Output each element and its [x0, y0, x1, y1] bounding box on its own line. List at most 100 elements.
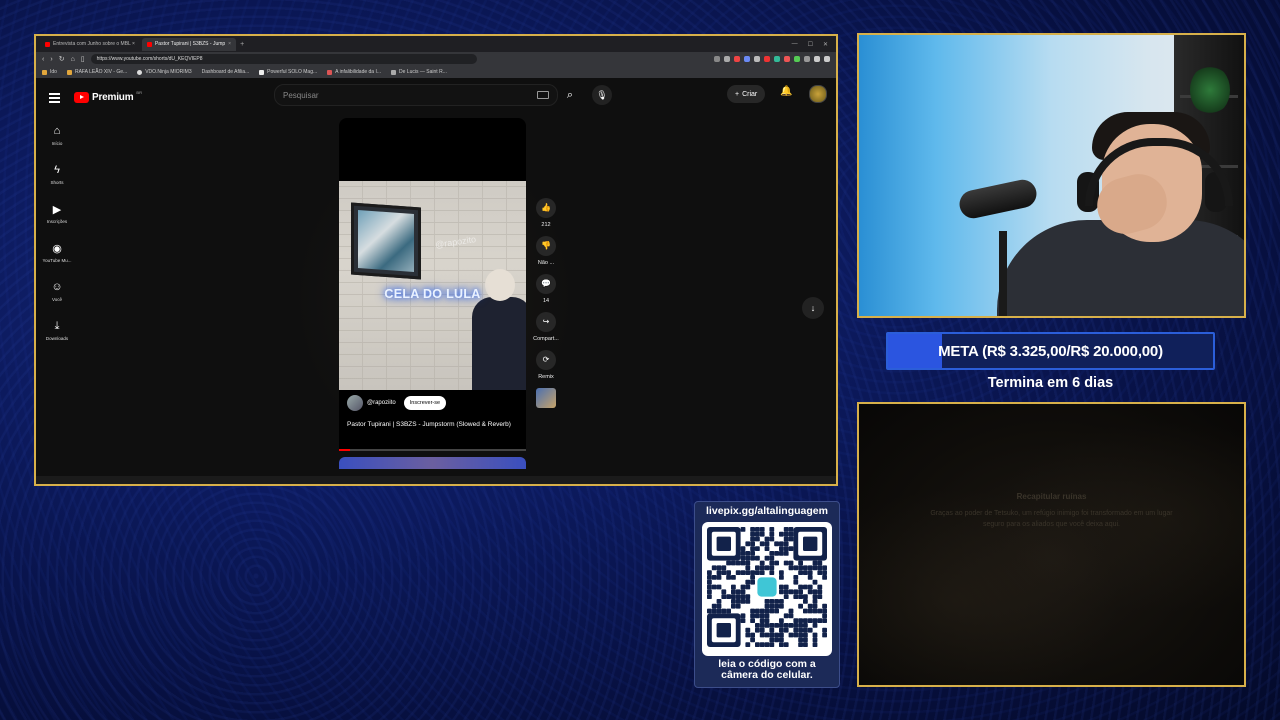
extension-icon[interactable]	[744, 56, 750, 62]
hoodie	[997, 220, 1244, 316]
notifications-icon[interactable]: 🔔	[780, 86, 792, 97]
goal-text: META (R$ 3.325,00/R$ 20.000,00)	[938, 342, 1163, 360]
close-tab-icon[interactable]: ×	[228, 41, 231, 47]
short-actions: 👍 212 👎 Não ... 💬 14 ↪ Compart... ⟳ Remi…	[531, 198, 561, 408]
search-input[interactable]: Pesquisar	[275, 91, 537, 100]
streamer	[977, 110, 1244, 316]
sidebar-item-downloads[interactable]: ⤓ Downloads	[38, 320, 76, 341]
tab-label: Pastor Tupirani | S3BZS - Jump	[154, 41, 226, 47]
avatar[interactable]	[809, 85, 827, 103]
mic-stand	[999, 231, 1007, 316]
tab-bar: Entrevista com Junho sobre o MBL × Pasto…	[36, 36, 836, 52]
bookmark-item[interactable]: VDO.Ninja MIORIM3	[137, 69, 192, 75]
video-progress-bar[interactable]	[339, 449, 526, 451]
extension-icon[interactable]	[714, 56, 720, 62]
forward-icon[interactable]: ›	[50, 56, 52, 63]
create-label: Criar	[742, 90, 758, 98]
tab-pastor-tupirani[interactable]: Pastor Tupirani | S3BZS - Jump ×	[141, 37, 237, 51]
bookmark-icon[interactable]: ▯	[81, 55, 85, 63]
remix-icon: ⟳	[536, 350, 556, 370]
next-short-preview[interactable]	[339, 457, 526, 469]
bookmark-item[interactable]: A infalibilidade da I...	[327, 69, 381, 75]
bookmark-item[interactable]: Dashboard de Afilia...	[202, 69, 250, 75]
extension-icon[interactable]	[794, 56, 800, 62]
search-icon[interactable]: ⌕	[560, 85, 580, 105]
youtube-music-icon: ◉	[52, 243, 62, 255]
downloads-icon: ⤓	[54, 320, 60, 332]
game-scene	[859, 404, 1244, 685]
audio-thumbnail[interactable]	[536, 388, 556, 408]
sidebar-item-inicio[interactable]: ⌂ Início	[38, 125, 76, 146]
back-icon[interactable]: ‹	[42, 56, 44, 63]
extension-icon[interactable]	[724, 56, 730, 62]
dislike-icon: 👎	[536, 236, 556, 256]
qr-caption: leia o código com a câmera do celular.	[695, 659, 839, 681]
sidebar-item-inscricoes[interactable]: ▶ Inscrições	[38, 203, 76, 224]
bookmark-label: Ido	[50, 69, 57, 75]
webcam-feed	[857, 33, 1246, 318]
channel-avatar[interactable]	[347, 395, 363, 411]
new-tab-button[interactable]: +	[240, 41, 244, 48]
next-short-arrow-icon[interactable]: ↓	[802, 297, 824, 319]
shorts-icon: ϟ	[54, 164, 60, 176]
reload-icon[interactable]: ↻	[59, 55, 65, 63]
url-field[interactable]: https://www.youtube.com/shorts/dU_KEQVIE…	[90, 54, 477, 64]
qr-code	[702, 522, 832, 656]
subscribe-button[interactable]: Inscrever-se	[403, 396, 447, 410]
create-button[interactable]: + Criar	[727, 85, 766, 103]
bookmark-label: RAFA LEÃO XIV - Ge...	[74, 69, 128, 75]
sidebar-item-label: YouTube Mu...	[42, 258, 72, 263]
extension-icon[interactable]	[784, 56, 790, 62]
extension-icon[interactable]	[734, 56, 740, 62]
bookmark-item[interactable]: De Lucis — Saint R...	[391, 69, 447, 75]
extension-icon[interactable]	[814, 56, 820, 62]
extension-icon[interactable]	[774, 56, 780, 62]
microphone-icon[interactable]: 🎙	[592, 85, 612, 105]
dislike-button[interactable]: 👎 Não ...	[531, 236, 561, 266]
like-button[interactable]: 👍 212	[531, 198, 561, 228]
menu-icon[interactable]	[824, 56, 830, 62]
sidebar-item-voce[interactable]: ☺ Você	[38, 281, 76, 302]
bookmark-item[interactable]: Powerful SOLO Mag...	[259, 69, 317, 75]
close-window-icon[interactable]: ✕	[823, 41, 828, 48]
keyboard-icon[interactable]	[537, 91, 549, 99]
shorts-player[interactable]: @rapozito CELA DO LULA	[339, 118, 526, 390]
maximize-icon[interactable]: ☐	[808, 41, 813, 48]
tab-entrevista[interactable]: Entrevista com Junho sobre o MBL ×	[40, 38, 140, 51]
bookmark-item[interactable]: Ido	[42, 69, 57, 75]
progress-fill	[339, 449, 351, 451]
minimize-icon[interactable]: —	[792, 41, 798, 48]
sidebar-item-shorts[interactable]: ϟ Shorts	[38, 164, 76, 185]
logo-text: Premium	[92, 92, 134, 103]
bookmark-label: De Lucis — Saint R...	[399, 69, 447, 75]
extensions-toolbar	[714, 56, 830, 62]
youtube-logo[interactable]: Premium BR	[74, 90, 142, 103]
tab-label: Entrevista com Junho sobre o MBL ×	[53, 41, 135, 47]
comment-button[interactable]: 💬 14	[531, 274, 561, 304]
extension-icon[interactable]	[764, 56, 770, 62]
wall-tv	[351, 202, 421, 280]
youtube-page: Premium BR Pesquisar ⌕ 🎙 + Criar 🔔 ⌂ Iníc…	[36, 78, 836, 484]
site-icon	[391, 69, 397, 75]
youtube-header: Premium BR Pesquisar ⌕ 🎙 + Criar 🔔	[36, 78, 836, 118]
remix-button[interactable]: ⟳ Remix	[531, 350, 561, 380]
github-icon	[137, 69, 143, 75]
game-dialog-title: Recapitular ruínas	[1016, 492, 1087, 501]
sidebar-item-youtube-music[interactable]: ◉ YouTube Mu...	[38, 242, 76, 263]
channel-name[interactable]: @rapoziito	[367, 400, 396, 406]
home-icon[interactable]: ⌂	[71, 56, 75, 63]
game-capture: Recapitular ruínas Graças ao poder de Te…	[857, 402, 1246, 687]
sidebar-item-label: Shorts	[50, 180, 64, 185]
bookmark-item[interactable]: RAFA LEÃO XIV - Ge...	[66, 69, 128, 75]
home-icon: ⌂	[53, 125, 61, 137]
extension-icon[interactable]	[754, 56, 760, 62]
short-title[interactable]: Pastor Tupirani | S3BZS - Jumpstorm (Slo…	[347, 420, 517, 429]
suit	[472, 297, 526, 390]
extension-icon[interactable]	[804, 56, 810, 62]
share-icon: ↪	[536, 312, 556, 332]
share-button[interactable]: ↪ Compart...	[531, 312, 561, 342]
search-box[interactable]: Pesquisar	[274, 84, 558, 106]
video-frame: @rapozito CELA DO LULA	[339, 181, 526, 390]
site-icon	[327, 69, 333, 75]
menu-icon[interactable]	[49, 93, 60, 105]
